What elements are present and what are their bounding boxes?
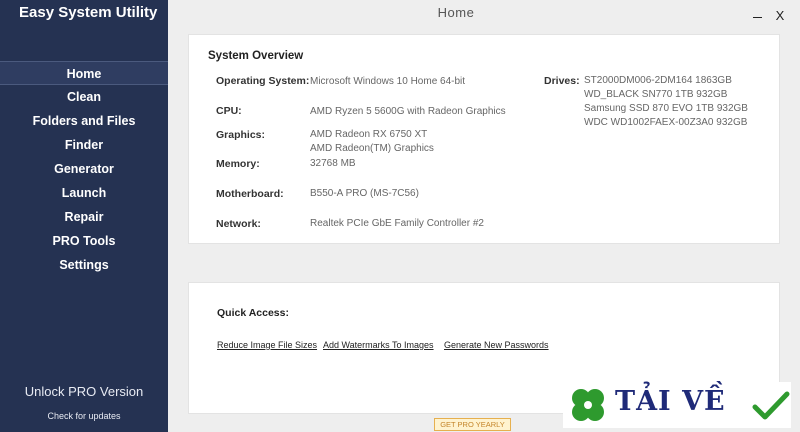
cpu-value: AMD Ryzen 5 5600G with Radeon Graphics [310,106,506,117]
drive-value-2: WD_BLACK SN770 1TB 932GB [584,89,728,100]
add-watermarks-link[interactable]: Add Watermarks To Images [323,340,434,350]
network-value: Realtek PCIe GbE Family Controller #2 [310,218,484,229]
drive-value-4: WDC WD1002FAEX-00Z3A0 932GB [584,117,748,128]
sidebar-item-pro-tools[interactable]: PRO Tools [0,229,168,253]
graphics-value-2: AMD Radeon(TM) Graphics [310,143,434,154]
os-label: Operating System: [216,75,310,87]
checkmark-icon [752,391,790,420]
drive-value-3: Samsung SSD 870 EVO 1TB 932GB [584,103,748,114]
quick-access-heading: Quick Access: [217,307,289,319]
sidebar: Easy System Utility Home Clean Folders a… [0,0,168,432]
sidebar-item-repair[interactable]: Repair [0,205,168,229]
check-updates-link[interactable]: Check for updates [0,411,168,421]
sidebar-item-clean[interactable]: Clean [0,85,168,109]
clover-leaf-icon [572,389,604,421]
sidebar-item-folders-and-files[interactable]: Folders and Files [0,109,168,133]
minimize-icon [753,17,762,18]
drives-label: Drives: [544,75,580,87]
drive-value-1: ST2000DM006-2DM164 1863GB [584,75,732,86]
page-title: Home [437,5,475,20]
cpu-label: CPU: [216,105,242,117]
sidebar-item-home[interactable]: Home [0,61,168,85]
motherboard-label: Motherboard: [216,188,284,200]
sidebar-item-settings[interactable]: Settings [0,253,168,277]
watermark-text: TẢI VỀ [615,386,726,417]
graphics-label: Graphics: [216,129,266,141]
generate-passwords-link[interactable]: Generate New Passwords [444,340,549,350]
network-label: Network: [216,218,261,230]
os-value: Microsoft Windows 10 Home 64-bit [310,76,466,87]
watermark-logo: TẢI VỀ [563,382,791,428]
sidebar-item-launch[interactable]: Launch [0,181,168,205]
motherboard-value: B550-A PRO (MS-7C56) [310,188,419,199]
minimize-button[interactable] [751,8,765,24]
memory-label: Memory: [216,158,260,170]
graphics-value-1: AMD Radeon RX 6750 XT [310,129,428,140]
memory-value: 32768 MB [310,158,356,169]
system-overview-heading: System Overview [208,50,304,62]
close-button[interactable]: X [773,8,787,24]
app-title: Easy System Utility [19,4,158,21]
unlock-pro-link[interactable]: Unlock PRO Version [0,384,168,399]
sidebar-nav: Home Clean Folders and Files Finder Gene… [0,61,168,277]
reduce-image-sizes-link[interactable]: Reduce Image File Sizes [217,340,317,350]
system-overview-panel: System Overview Operating System: Micros… [188,34,780,244]
sidebar-item-finder[interactable]: Finder [0,133,168,157]
sidebar-item-generator[interactable]: Generator [0,157,168,181]
get-pro-yearly-button[interactable]: GET PRO YEARLY [434,418,511,431]
